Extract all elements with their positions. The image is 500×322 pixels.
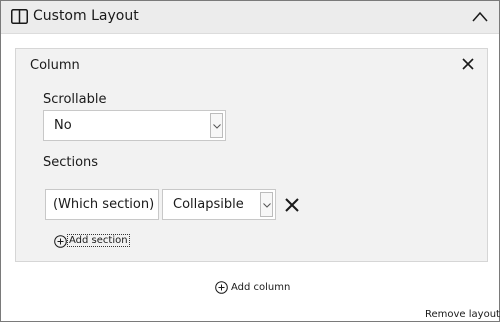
custom-layout-panel: Custom Layout Column Scrollable No Secti… xyxy=(0,0,500,322)
plus-circle-icon xyxy=(215,281,228,294)
remove-layout-link[interactable]: Remove layout xyxy=(425,309,500,320)
remove-section-icon[interactable] xyxy=(284,197,300,213)
chevron-down-icon xyxy=(260,192,273,217)
scrollable-label: Scrollable xyxy=(43,92,107,107)
layout-columns-icon xyxy=(11,9,28,24)
chevron-up-icon[interactable] xyxy=(471,8,489,26)
add-column-label: Add column xyxy=(231,282,291,293)
section-name-value: (Which section) xyxy=(53,197,155,212)
section-mode-value: Collapsible xyxy=(173,197,244,212)
chevron-down-icon xyxy=(210,113,223,138)
column-card: Column Scrollable No Sections (Which sec… xyxy=(15,48,488,262)
scrollable-value: No xyxy=(54,118,72,133)
add-section-label: Add section xyxy=(67,234,130,247)
panel-title: Custom Layout xyxy=(33,8,139,24)
panel-header[interactable]: Custom Layout xyxy=(1,1,499,34)
column-title: Column xyxy=(30,58,80,73)
plus-circle-icon xyxy=(54,235,67,248)
section-name-input[interactable]: (Which section) xyxy=(45,189,159,220)
scrollable-select[interactable]: No xyxy=(43,110,226,141)
sections-label: Sections xyxy=(43,155,99,170)
section-mode-select[interactable]: Collapsible xyxy=(162,189,276,220)
close-icon[interactable] xyxy=(461,57,475,71)
